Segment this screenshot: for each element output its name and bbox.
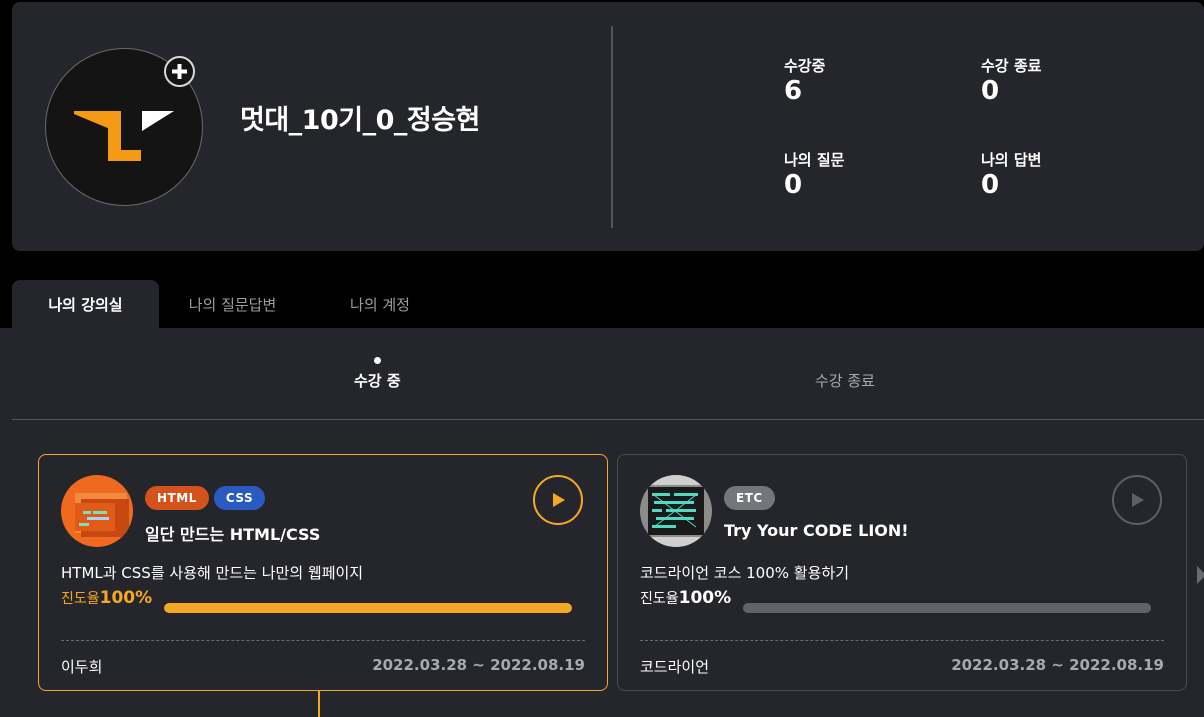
stat-value: 0 (784, 170, 803, 200)
stat-label: 나의 답변 (981, 151, 1042, 169)
tab-my-account[interactable]: 나의 계정 (330, 280, 430, 328)
profile-header: 멋대_10기_0_정승현 수강중 6 수강 종료 0 나의 질문 0 나의 답변… (12, 2, 1204, 251)
course-period: 2022.03.28 ~ 2022.08.19 (951, 656, 1164, 674)
next-arrow-icon[interactable] (1197, 566, 1204, 584)
subtab-in-progress[interactable]: 수강 중 (354, 370, 401, 391)
username: 멋대_10기_0_정승현 (240, 105, 480, 136)
course-description: HTML과 CSS를 사용해 만드는 나만의 웹페이지 (61, 564, 364, 582)
stat-value: 0 (981, 76, 1000, 106)
stat-label: 나의 질문 (784, 151, 845, 169)
play-icon (553, 493, 565, 507)
progress-fill (743, 603, 1151, 613)
progress-label-text: 진도율 (61, 591, 100, 607)
active-indicator-dot (374, 357, 381, 364)
add-photo-button[interactable] (164, 56, 195, 87)
progress-label: 진도율100% (640, 588, 731, 608)
tag-css: CSS (213, 486, 266, 510)
progress-bar (743, 603, 1151, 613)
course-tags: ETC (724, 486, 775, 510)
divider (611, 26, 613, 228)
code-lion-course-icon (640, 475, 712, 547)
stat-completed: 수강 종료 0 (981, 57, 1041, 106)
progress-bar (164, 603, 572, 613)
stat-value: 0 (981, 170, 1000, 200)
course-period: 2022.03.28 ~ 2022.08.19 (372, 656, 585, 674)
progress-label: 진도율100% (61, 588, 152, 608)
divider (12, 419, 1204, 420)
progress-value: 100% (99, 588, 153, 608)
course-tags: HTML CSS (145, 486, 266, 510)
course-title[interactable]: 일단 만드는 HTML/CSS (145, 521, 320, 545)
play-button[interactable] (1112, 475, 1162, 525)
stat-label: 수강 종료 (981, 57, 1042, 75)
classroom-panel: 수강 중 수강 종료 HTML CSS 일단 만드는 HTML/CSS HTML… (0, 328, 1204, 717)
progress-label-text: 진도율 (640, 591, 679, 607)
tag-html: HTML (145, 486, 209, 510)
course-card[interactable]: HTML CSS 일단 만드는 HTML/CSS HTML과 CSS를 사용해 … (38, 454, 608, 691)
stat-my-questions: 나의 질문 0 (784, 151, 844, 200)
stat-enrolled: 수강중 6 (784, 57, 825, 106)
stat-value: 6 (784, 76, 803, 106)
play-icon (1132, 493, 1144, 507)
html-css-course-icon (61, 475, 133, 547)
dashed-divider (61, 640, 585, 641)
subtab-completed[interactable]: 수강 종료 (815, 370, 875, 391)
plus-icon (172, 64, 187, 79)
course-card[interactable]: ETC Try Your CODE LION! 코드라이언 코스 100% 활용… (617, 454, 1187, 691)
course-title[interactable]: Try Your CODE LION! (724, 521, 909, 540)
play-button[interactable] (533, 475, 583, 525)
progress-value: 100% (678, 588, 732, 608)
progress-fill (164, 603, 572, 613)
dashed-divider (640, 640, 1164, 641)
accent-line (318, 691, 320, 717)
stat-label: 수강중 (784, 57, 826, 75)
instructor-name: 코드라이언 (640, 658, 710, 676)
stat-my-answers: 나의 답변 0 (981, 151, 1041, 200)
tag-etc: ETC (724, 486, 775, 510)
tab-my-classroom[interactable]: 나의 강의실 (12, 280, 159, 328)
instructor-name: 이두희 (61, 658, 103, 676)
course-description: 코드라이언 코스 100% 활용하기 (640, 564, 849, 582)
tab-my-qna[interactable]: 나의 질문답변 (170, 280, 295, 328)
